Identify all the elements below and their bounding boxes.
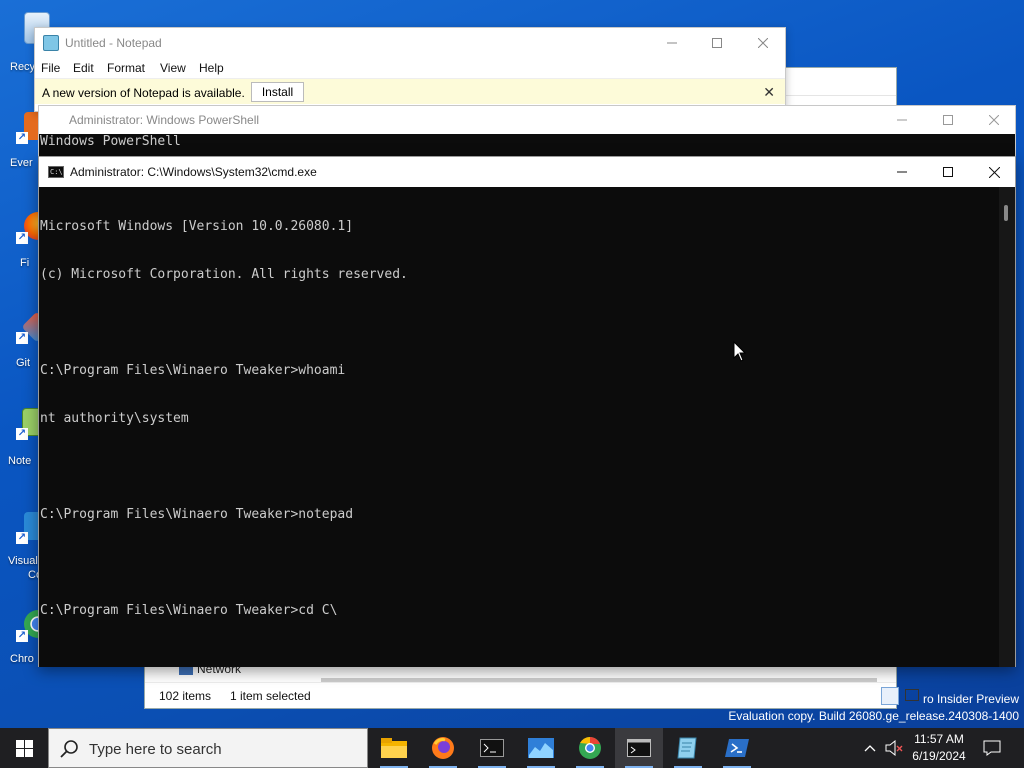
start-button[interactable] [0, 728, 48, 768]
maximize-icon [712, 38, 722, 48]
selection-count: 1 item selected [230, 689, 311, 703]
minimize-icon [667, 42, 677, 44]
search-placeholder: Type here to search [89, 741, 222, 758]
close-icon [988, 166, 1000, 178]
close-icon [758, 38, 768, 48]
window-title: Administrator: Windows PowerShell [69, 113, 260, 127]
console-line: C:\Program Files\Winaero Tweaker>cd C\ [40, 603, 338, 618]
minimize-button[interactable] [879, 106, 925, 134]
scrollbar-thumb[interactable] [1004, 205, 1008, 221]
console-line: C:\Program Files\Winaero Tweaker>whoami [40, 363, 346, 378]
file-explorer-icon [381, 738, 407, 758]
large-icons-view-icon[interactable] [905, 689, 919, 701]
close-button[interactable] [971, 157, 1017, 187]
cmd-icon [627, 739, 651, 757]
notifications-icon [983, 740, 1001, 756]
show-hidden-icons-button[interactable] [858, 728, 882, 768]
taskbar-search-box[interactable]: Type here to search [48, 728, 368, 768]
menu-help[interactable]: Help [199, 61, 224, 75]
volume-muted-icon [885, 740, 903, 756]
cmd-console[interactable]: Microsoft Windows [Version 10.0.26080.1]… [39, 187, 1001, 667]
task-manager-icon [528, 738, 554, 758]
maximize-icon [943, 167, 953, 177]
powershell-icon [725, 739, 749, 757]
shortcut-arrow-icon: ↗ [16, 232, 28, 244]
notepad-titlebar[interactable]: Untitled - Notepad [35, 28, 785, 58]
details-view-icon[interactable] [881, 687, 899, 705]
powershell-titlebar[interactable]: Administrator: Windows PowerShell [39, 106, 1015, 134]
minimize-button[interactable] [879, 157, 925, 187]
update-notice-bar: A new version of Notepad is available. I… [35, 78, 785, 104]
firefox-icon [432, 737, 454, 759]
windows-logo-icon [15, 739, 33, 757]
taskbar-terminal[interactable] [468, 728, 516, 768]
taskbar-file-explorer[interactable] [370, 728, 418, 768]
taskbar-task-manager[interactable] [517, 728, 565, 768]
minimize-icon [897, 171, 907, 173]
shortcut-arrow-icon: ↗ [16, 630, 28, 642]
minimize-button[interactable] [649, 28, 695, 58]
taskbar-cmd[interactable] [615, 728, 663, 768]
chevron-up-icon [864, 745, 876, 752]
maximize-button[interactable] [925, 106, 971, 134]
maximize-button[interactable] [925, 157, 971, 187]
dismiss-notice-icon[interactable]: ✕ [763, 84, 775, 101]
taskbar-firefox[interactable] [419, 728, 467, 768]
vertical-scrollbar[interactable] [999, 187, 1015, 667]
system-clock[interactable]: 11:57 AM 6/19/2024 [905, 731, 973, 765]
action-center-button[interactable] [976, 728, 1008, 768]
taskbar-notepad[interactable] [664, 728, 712, 768]
cmd-window[interactable]: C:\ Administrator: C:\Windows\System32\c… [38, 156, 1016, 667]
shortcut-arrow-icon: ↗ [16, 332, 28, 344]
explorer-status-bar: 102 items 1 item selected [145, 682, 919, 708]
watermark-build: Evaluation copy. Build 26080.ge_release.… [728, 709, 1019, 723]
maximize-icon [943, 115, 953, 125]
cmd-titlebar[interactable]: C:\ Administrator: C:\Windows\System32\c… [39, 157, 1015, 187]
menu-format[interactable]: Format [107, 61, 145, 75]
close-button[interactable] [971, 106, 1017, 134]
cmd-icon: C:\ [48, 166, 64, 178]
update-notice-message: A new version of Notepad is available. [42, 86, 245, 100]
clock-time: 11:57 AM [914, 732, 964, 746]
close-button[interactable] [740, 28, 786, 58]
minimize-icon [897, 119, 907, 121]
watermark-edition: ro Insider Preview [922, 692, 1019, 706]
console-line: Microsoft Windows [Version 10.0.26080.1] [40, 219, 354, 234]
notepad-window[interactable]: Untitled - Notepad File Edit Format View… [34, 27, 786, 112]
window-title: Administrator: C:\Windows\System32\cmd.e… [70, 165, 317, 179]
shortcut-arrow-icon: ↗ [16, 428, 28, 440]
mouse-cursor-icon [733, 341, 747, 362]
shortcut-arrow-icon: ↗ [16, 132, 28, 144]
console-line: C:\Program Files\Winaero Tweaker>notepad [40, 507, 354, 522]
console-line: nt authority\system [40, 411, 189, 426]
console-line: Windows PowerShell [40, 134, 181, 149]
shortcut-arrow-icon: ↗ [16, 532, 28, 544]
menu-edit[interactable]: Edit [73, 61, 94, 75]
console-line: (c) Microsoft Corporation. All rights re… [40, 267, 408, 282]
taskbar-chrome[interactable] [566, 728, 614, 768]
notepad-icon [43, 35, 59, 51]
clock-date: 6/19/2024 [912, 749, 966, 763]
window-title: Untitled - Notepad [65, 36, 162, 50]
notepad-icon [677, 737, 697, 759]
close-icon [989, 115, 999, 125]
volume-button[interactable] [882, 728, 906, 768]
item-count: 102 items [159, 689, 212, 703]
terminal-icon [480, 739, 504, 757]
menu-file[interactable]: File [41, 61, 60, 75]
taskbar: Type here to search 11:57 AM 6/19/2024 [0, 728, 1024, 768]
menu-view[interactable]: View [160, 61, 186, 75]
maximize-button[interactable] [694, 28, 740, 58]
chrome-icon [579, 736, 601, 759]
taskbar-powershell[interactable] [713, 728, 761, 768]
install-button[interactable]: Install [251, 82, 304, 102]
menu-bar: File Edit Format View Help [35, 58, 785, 78]
search-icon [60, 740, 78, 758]
